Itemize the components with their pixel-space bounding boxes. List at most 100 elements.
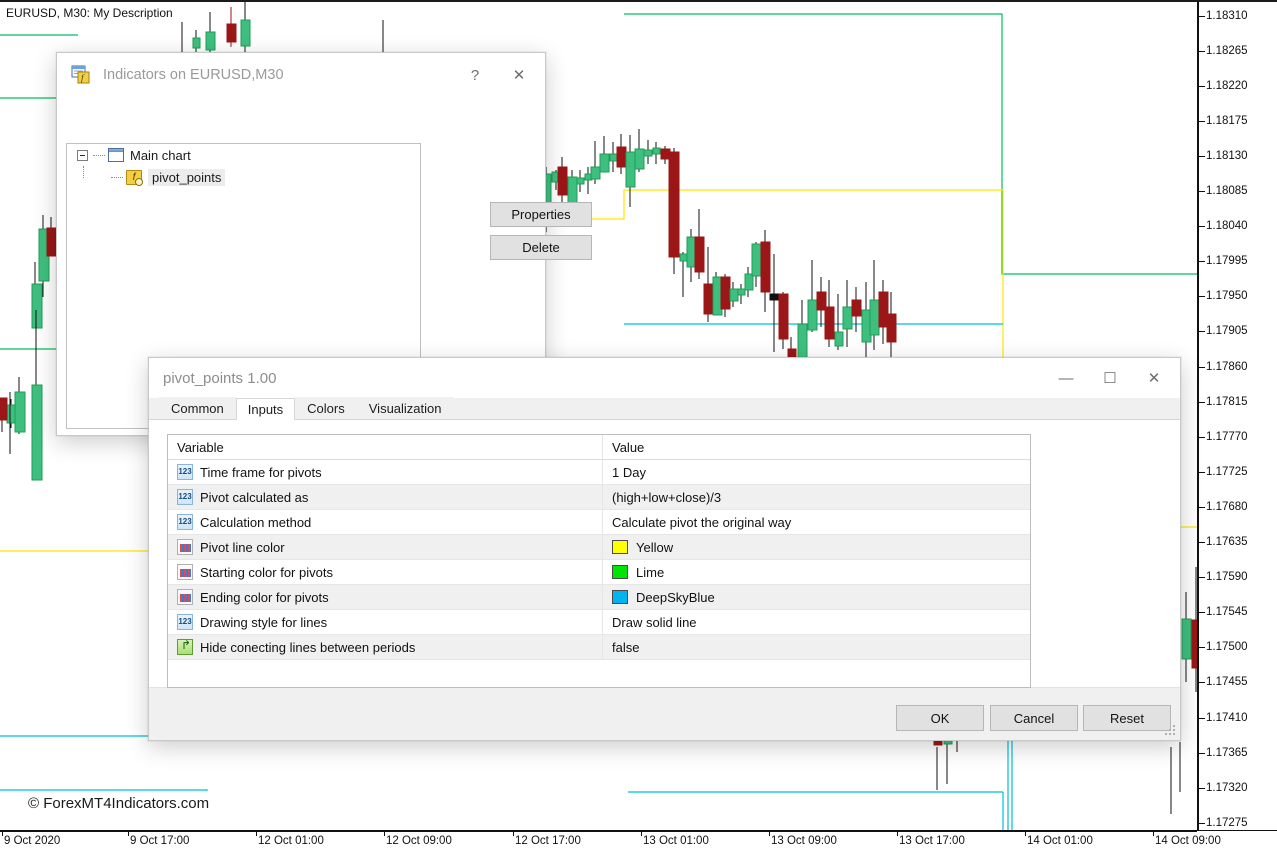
- grid-cell-variable[interactable]: 123Time frame for pivots: [168, 460, 603, 484]
- grid-cell-value[interactable]: 1 Day: [603, 460, 1030, 484]
- value-label: 1 Day: [612, 465, 646, 480]
- properties-button[interactable]: Properties: [490, 202, 592, 227]
- price-tick: [1199, 788, 1205, 789]
- grid-cell-value[interactable]: Draw solid line: [603, 610, 1030, 634]
- time-label: 9 Oct 17:00: [130, 835, 189, 847]
- close-icon[interactable]: ✕: [1132, 363, 1176, 393]
- price-tick: [1199, 612, 1205, 613]
- value-label: false: [612, 640, 639, 655]
- variable-label: Pivot line color: [200, 540, 285, 555]
- grid-cell-variable[interactable]: 123Pivot calculated as: [168, 485, 603, 509]
- price-tick: [1199, 367, 1205, 368]
- price-label: 1.17905: [1206, 325, 1248, 337]
- grid-cell-value[interactable]: Yellow: [603, 535, 1030, 559]
- indicators-window-icon: f: [71, 65, 93, 85]
- price-label: 1.17275: [1206, 817, 1248, 829]
- chart-watermark: © ForexMT4Indicators.com: [28, 795, 209, 812]
- time-tick: [1153, 831, 1154, 836]
- grid-cell-value[interactable]: false: [603, 635, 1030, 659]
- properties-tabstrip[interactable]: CommonInputsColorsVisualization: [149, 398, 1180, 420]
- grid-cell-variable[interactable]: Pivot line color: [168, 535, 603, 559]
- grid-cell-variable[interactable]: 123Calculation method: [168, 510, 603, 534]
- price-tick: [1199, 437, 1205, 438]
- grid-cell-variable[interactable]: Ending color for pivots: [168, 585, 603, 609]
- maximize-icon[interactable]: ☐: [1088, 363, 1132, 393]
- grid-cell-value[interactable]: DeepSkyBlue: [603, 585, 1030, 609]
- grip-dot: [1173, 733, 1175, 735]
- grid-cell-value[interactable]: Lime: [603, 560, 1030, 584]
- number-icon: 123: [177, 614, 193, 630]
- grid-cell-variable[interactable]: 123Drawing style for lines: [168, 610, 603, 634]
- price-label: 1.17320: [1206, 782, 1248, 794]
- tab-inputs[interactable]: Inputs: [236, 398, 295, 420]
- help-button[interactable]: ?: [453, 60, 497, 90]
- time-label: 13 Oct 17:00: [899, 835, 965, 847]
- resize-grip[interactable]: [1165, 725, 1176, 736]
- indicators-window-titlebar[interactable]: f Indicators on EURUSD,M30 ? ✕: [57, 53, 545, 97]
- tab-colors[interactable]: Colors: [295, 397, 357, 419]
- price-label: 1.18040: [1206, 220, 1248, 232]
- delete-button[interactable]: Delete: [490, 235, 592, 260]
- time-tick: [513, 831, 514, 836]
- tree-item-main-chart[interactable]: Main chart: [67, 144, 420, 166]
- price-label: 1.17680: [1206, 501, 1248, 513]
- number-icon: 123: [177, 464, 193, 480]
- tree-item-pivot-points[interactable]: f pivot_points: [67, 166, 420, 188]
- minimize-icon[interactable]: —: [1044, 363, 1088, 393]
- time-tick: [769, 831, 770, 836]
- properties-body: VariableValue123Time frame for pivots 1 D…: [149, 420, 1180, 688]
- grid-row[interactable]: 123Time frame for pivots 1 Day: [168, 460, 1030, 485]
- price-label: 1.18175: [1206, 115, 1248, 127]
- grid-cell-value[interactable]: (high+low+close)/3: [603, 485, 1030, 509]
- grip-dot: [1169, 733, 1171, 735]
- color-icon: [177, 539, 193, 555]
- cancel-button[interactable]: Cancel: [990, 705, 1078, 731]
- value-label: Lime: [636, 565, 664, 580]
- tab-visualization[interactable]: Visualization: [357, 397, 454, 419]
- price-tick: [1199, 51, 1205, 52]
- time-label: 13 Oct 09:00: [771, 835, 837, 847]
- time-tick: [384, 831, 385, 836]
- inputs-grid[interactable]: VariableValue123Time frame for pivots 1 D…: [167, 434, 1031, 688]
- grid-cell-value[interactable]: Calculate pivot the original way: [603, 510, 1030, 534]
- grid-row[interactable]: 123Drawing style for linesDraw solid lin…: [168, 610, 1030, 635]
- time-axis[interactable]: 9 Oct 20209 Oct 17:0012 Oct 01:0012 Oct …: [0, 830, 1277, 854]
- mt4-chart-window: EURUSD, M30: My Description © ForexMT4In…: [0, 0, 1277, 854]
- close-icon[interactable]: ✕: [497, 60, 541, 90]
- properties-window-titlebar[interactable]: pivot_points 1.00 — ☐ ✕: [149, 358, 1180, 398]
- value-label: Calculate pivot the original way: [612, 515, 791, 530]
- grid-row[interactable]: 123Pivot calculated as(high+low+close)/3: [168, 485, 1030, 510]
- grid-cell-variable[interactable]: Starting color for pivots: [168, 560, 603, 584]
- color-swatch: [612, 540, 628, 554]
- grid-cell-variable[interactable]: Hide conecting lines between periods: [168, 635, 603, 659]
- grip-dot: [1169, 729, 1171, 731]
- grid-row[interactable]: Pivot line color Yellow: [168, 535, 1030, 560]
- column-header-value: Value: [603, 435, 1030, 459]
- color-swatch: [612, 565, 628, 579]
- price-tick: [1199, 718, 1205, 719]
- price-tick: [1199, 331, 1205, 332]
- color-swatch: [612, 590, 628, 604]
- tab-common[interactable]: Common: [159, 397, 236, 419]
- time-tick: [1025, 831, 1026, 836]
- time-tick: [897, 831, 898, 836]
- price-label: 1.17410: [1206, 712, 1248, 724]
- grid-row[interactable]: Starting color for pivots Lime: [168, 560, 1030, 585]
- ok-button[interactable]: OK: [896, 705, 984, 731]
- grid-row[interactable]: Hide conecting lines between periods fals…: [168, 635, 1030, 660]
- price-axis[interactable]: 1.183101.182651.182201.181751.181301.180…: [1197, 2, 1277, 832]
- reset-button[interactable]: Reset: [1083, 705, 1171, 731]
- price-tick: [1199, 507, 1205, 508]
- price-label: 1.18220: [1206, 80, 1248, 92]
- price-tick: [1199, 402, 1205, 403]
- collapse-icon[interactable]: [77, 150, 88, 161]
- price-label: 1.17365: [1206, 747, 1248, 759]
- tree-item-label: Main chart: [130, 148, 191, 163]
- grid-row[interactable]: Ending color for pivotsDeepSkyBlue: [168, 585, 1030, 610]
- indicator-properties-window[interactable]: pivot_points 1.00 — ☐ ✕ CommonInputsColo…: [148, 357, 1181, 741]
- grid-header-row: VariableValue: [168, 435, 1030, 460]
- time-tick: [2, 831, 3, 836]
- price-tick: [1199, 472, 1205, 473]
- grid-row[interactable]: 123Calculation method Calculate pivot the…: [168, 510, 1030, 535]
- price-label: 1.17950: [1206, 290, 1248, 302]
